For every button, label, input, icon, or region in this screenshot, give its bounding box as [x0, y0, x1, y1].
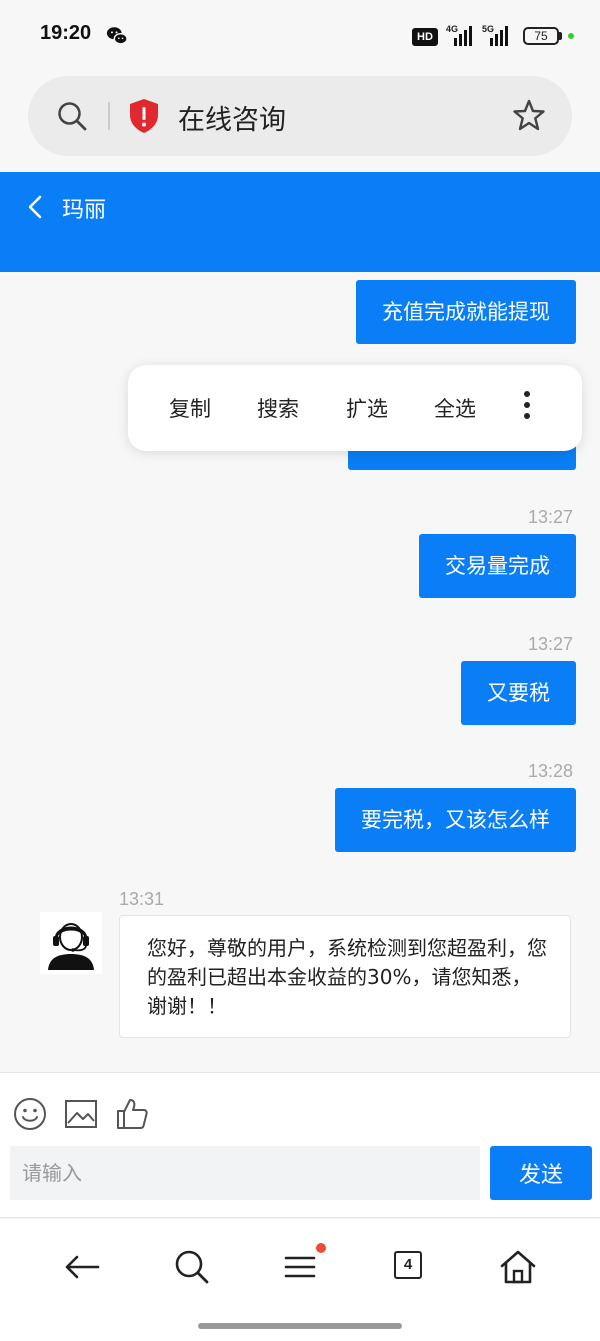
message-bubble-outgoing[interactable]: 要完税，又该怎么样 — [335, 788, 576, 852]
message-timestamp: 13:28 — [528, 761, 574, 781]
thumbs-up-icon[interactable] — [115, 1097, 149, 1131]
page-title[interactable]: 在线咨询 — [178, 98, 286, 137]
menu-search[interactable]: 搜索 — [257, 393, 299, 423]
status-time: 19:20 — [40, 22, 92, 44]
message-bubble-outgoing[interactable]: 交易量完成 — [419, 534, 576, 598]
tabs-icon[interactable]: 4 — [394, 1251, 422, 1279]
send-button[interactable]: 发送 — [490, 1146, 592, 1200]
home-indicator[interactable] — [198, 1323, 402, 1329]
battery-tip — [559, 32, 562, 40]
agent-avatar — [40, 912, 102, 974]
menu-expand-selection[interactable]: 扩选 — [346, 393, 388, 423]
address-divider — [108, 102, 110, 130]
battery-icon: 75 — [523, 27, 559, 45]
charging-dot — [568, 33, 574, 39]
message-timestamp: 13:31 — [119, 889, 165, 909]
image-icon[interactable] — [64, 1097, 98, 1131]
chat-header: 玛丽 — [0, 172, 600, 272]
message-timestamp: 13:27 — [528, 507, 574, 527]
back-arrow-icon[interactable] — [62, 1247, 102, 1287]
wechat-icon — [106, 27, 128, 45]
home-icon[interactable] — [498, 1247, 538, 1287]
menu-select-all[interactable]: 全选 — [434, 393, 476, 423]
text-selection-menu: 复制 搜索 扩选 全选 — [128, 365, 582, 451]
star-icon[interactable] — [512, 98, 546, 132]
message-input[interactable] — [10, 1146, 480, 1200]
search-icon[interactable] — [172, 1247, 212, 1287]
message-list[interactable]: 充值完成就能提现 复制 搜索 扩选 全选 13:27 交易量完成 13:27 又… — [0, 272, 600, 1072]
notification-dot — [316, 1243, 326, 1253]
chevron-left-icon[interactable] — [24, 194, 46, 220]
message-bubble-outgoing[interactable]: 又要税 — [461, 661, 576, 725]
signal-5g-icon: 5G — [482, 24, 520, 46]
message-bubble-outgoing[interactable]: 充值完成就能提现 — [356, 280, 576, 344]
shield-alert-icon[interactable] — [128, 98, 160, 134]
more-vertical-icon[interactable] — [522, 391, 532, 423]
address-bar[interactable]: 在线咨询 — [28, 76, 572, 156]
browser-toolbar: 4 — [0, 1219, 600, 1341]
message-bubble-incoming[interactable]: 您好，尊敬的用户，系统检测到您超盈利，您的盈利已超出本金收益的30%，请您知悉，… — [119, 915, 571, 1038]
message-timestamp: 13:27 — [528, 634, 574, 654]
signal-4g-icon: 4G — [446, 24, 484, 46]
emoji-icon[interactable] — [13, 1097, 47, 1131]
composer: 发送 — [0, 1072, 600, 1218]
menu-icon[interactable] — [280, 1247, 320, 1287]
contact-name: 玛丽 — [62, 198, 107, 223]
menu-copy[interactable]: 复制 — [169, 393, 211, 423]
search-icon[interactable] — [56, 100, 88, 132]
status-bar: 19:20 HD 4G 5G 75 — [0, 0, 600, 72]
hd-badge: HD — [412, 28, 438, 46]
